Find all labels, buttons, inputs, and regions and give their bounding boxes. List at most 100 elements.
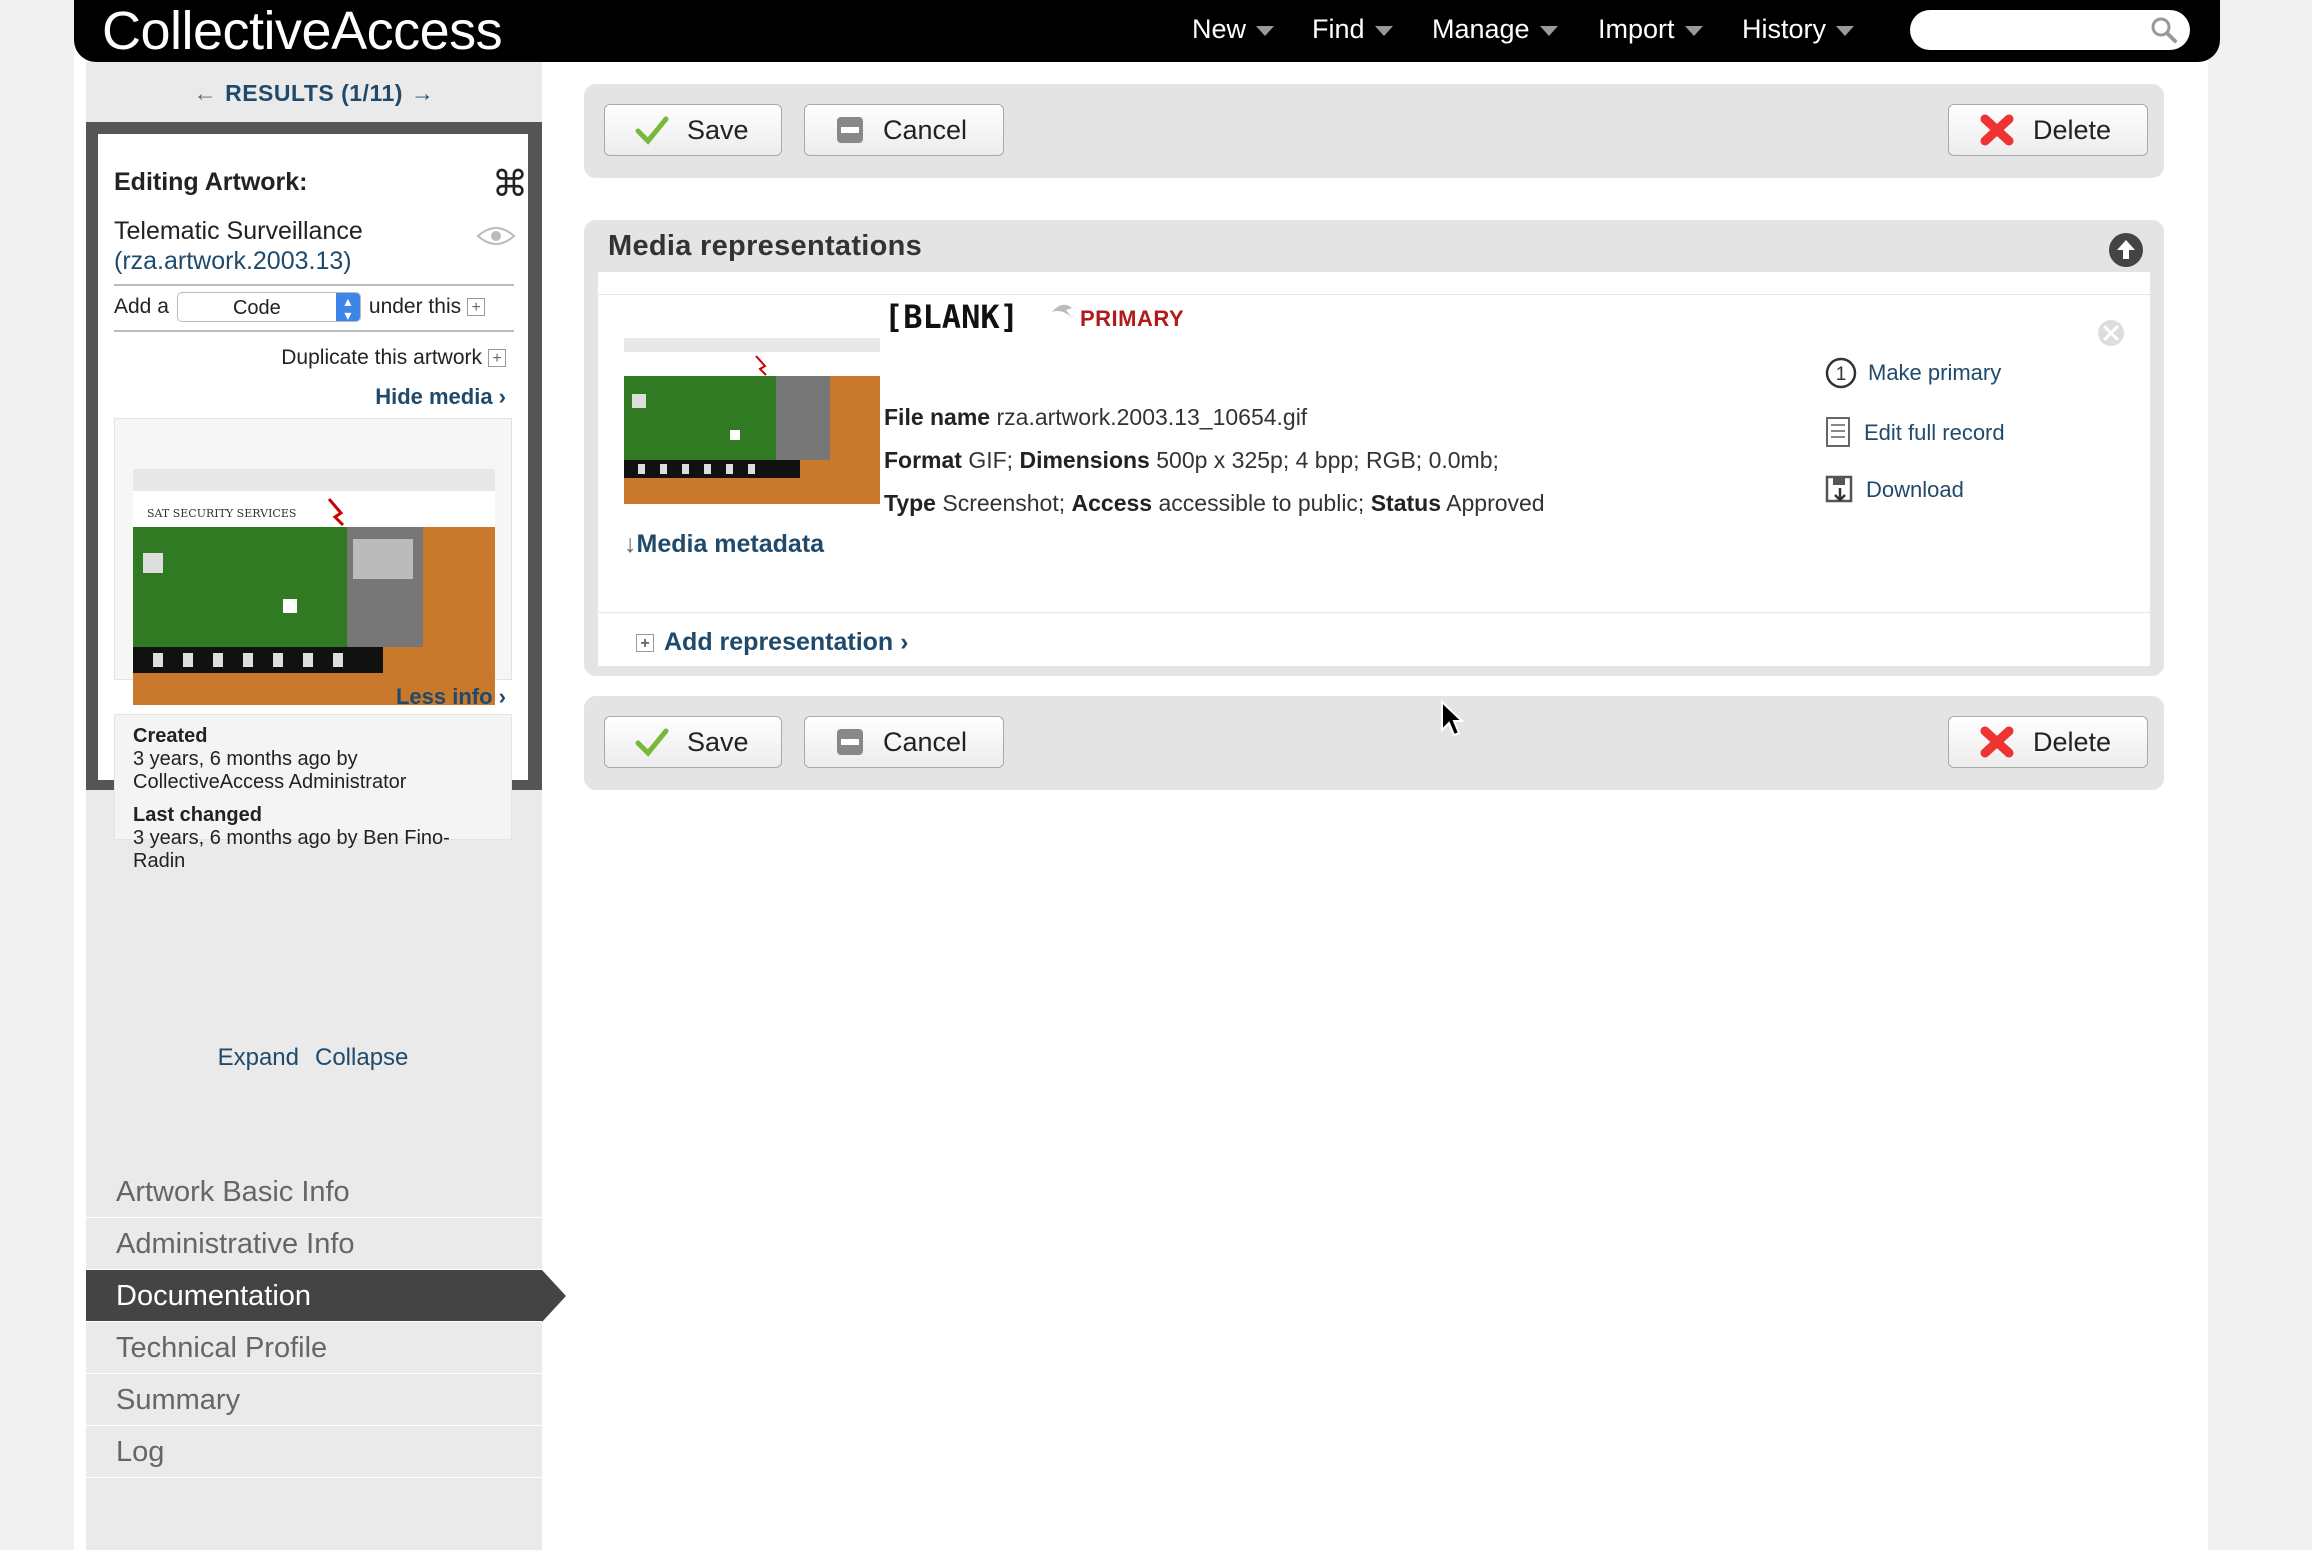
make-primary-link[interactable]: 1 Make primary [1824, 356, 2001, 390]
next-result-arrow[interactable]: → [403, 80, 443, 106]
artwork-thumbnail[interactable]: SAT SECURITY SERVICES [133, 469, 495, 705]
divider [598, 612, 2150, 613]
collapse-arrow-icon[interactable] [2108, 232, 2144, 268]
representation-thumbnail[interactable] [624, 338, 880, 504]
close-icon[interactable] [2096, 318, 2126, 348]
nav-find-menu[interactable]: Find [1312, 14, 1393, 45]
download-link[interactable]: Download [1824, 474, 1964, 506]
edit-full-record-label: Edit full record [1864, 420, 2005, 445]
expand-collapse-row: Expand Collapse [98, 1044, 528, 1072]
cancel-icon [837, 117, 863, 143]
less-info-link[interactable]: Less info › [396, 684, 506, 710]
edit-full-record-link[interactable]: Edit full record [1824, 416, 2005, 450]
previous-result-arrow[interactable]: ← [186, 80, 226, 106]
chevron-down-icon [1836, 25, 1855, 36]
inspector-panel: Editing Artwork: ⌘ Telematic Surveillanc… [86, 122, 542, 872]
sidenav-item-administrative-info[interactable]: Administrative Info [86, 1218, 542, 1270]
inspector-heading: Editing Artwork: [114, 168, 308, 196]
make-primary-label: Make primary [1868, 360, 2002, 385]
nav-new-menu[interactable]: New [1192, 14, 1275, 45]
media-preview-frame: SAT SECURITY SERVICES [114, 418, 512, 705]
divider [114, 330, 514, 332]
format-value: GIF; [968, 447, 1014, 473]
record-history-box: Created 3 years, 6 months ago by Collect… [114, 714, 512, 872]
sidenav-item-documentation[interactable]: Documentation [86, 1270, 566, 1322]
sidenav-item-technical-profile[interactable]: Technical Profile [86, 1322, 542, 1374]
cancel-button[interactable]: Cancel [804, 104, 1004, 156]
command-icon[interactable]: ⌘ [492, 166, 528, 202]
delete-button[interactable]: Delete [1948, 104, 2148, 156]
last-changed-label: Last changed [133, 804, 262, 826]
primary-badge: PRIMARY [1080, 306, 1185, 331]
dimensions-label: Dimensions [1019, 447, 1150, 473]
collapse-link[interactable]: Collapse [307, 1044, 416, 1071]
divider [598, 294, 2150, 295]
add-suffix-label: under this [368, 295, 462, 318]
section-navigation: Artwork Basic Info Administrative Info D… [86, 1166, 566, 1478]
media-metadata-link[interactable]: ↓Media metadata [624, 530, 824, 559]
hide-media-link[interactable]: Hide media › [375, 384, 506, 410]
dimensions-value: 500p x 325p; 4 bpp; RGB; 0.0mb; [1156, 447, 1499, 473]
sidenav-item-summary[interactable]: Summary [86, 1374, 542, 1426]
object-identifier: (rza.artwork.2003.13) [114, 247, 352, 275]
type-label: Type [884, 490, 936, 516]
save-button[interactable]: Save [604, 716, 782, 768]
delete-button[interactable]: Delete [1948, 716, 2148, 768]
add-child-plus-icon[interactable]: + [467, 298, 486, 316]
duplicate-plus-icon[interactable]: + [488, 349, 506, 367]
top-action-toolbar: Save Cancel Delete [584, 84, 2164, 178]
save-label: Save [687, 726, 749, 757]
nav-find-label: Find [1312, 14, 1365, 44]
save-button[interactable]: Save [604, 104, 782, 156]
inspector-content: Editing Artwork: ⌘ Telematic Surveillanc… [98, 134, 528, 872]
type-access-status-line: Type Screenshot; Access accessible to pu… [884, 490, 1545, 517]
primary-curl-icon [1052, 304, 1072, 318]
inspector-lower-region [98, 860, 528, 1050]
add-child-row: Add a Code ▴ ▾ under this + [114, 292, 486, 322]
add-representation-label: Add representation › [664, 628, 909, 656]
media-representations-panel: Media representations [BLANK] PRIMARY Fi… [584, 220, 2164, 676]
sidenav-item-log[interactable]: Log [86, 1426, 542, 1478]
delete-label: Delete [2033, 114, 2112, 145]
duplicate-row: Duplicate this artwork + [281, 346, 506, 370]
search-input[interactable] [1910, 10, 2190, 50]
file-name-value: rza.artwork.2003.13_10654.gif [996, 404, 1308, 430]
delete-label: Delete [2033, 726, 2112, 757]
app-logo[interactable]: CollectiveAccess [102, 4, 503, 58]
cancel-button[interactable]: Cancel [804, 716, 1004, 768]
chevron-down-icon [1539, 25, 1558, 36]
save-label: Save [687, 114, 749, 145]
eye-icon[interactable] [476, 224, 516, 248]
representation-title: [BLANK] [884, 298, 1019, 336]
status-value: Approved [1446, 490, 1545, 516]
nav-new-label: New [1192, 14, 1247, 44]
bottom-action-toolbar: Save Cancel Delete [584, 696, 2164, 790]
search-icon[interactable] [2150, 16, 2178, 44]
sidenav-item-artwork-basic-info[interactable]: Artwork Basic Info [86, 1166, 542, 1218]
download-icon [1825, 475, 1853, 503]
nav-import-menu[interactable]: Import [1598, 14, 1703, 45]
nav-history-menu[interactable]: History [1742, 14, 1855, 45]
add-type-select[interactable]: Code ▴ ▾ [176, 292, 361, 322]
add-representation-link[interactable]: + Add representation › [636, 628, 908, 657]
mouse-cursor-icon [1441, 700, 1464, 737]
results-link[interactable]: RESULTS (1/11) [225, 80, 403, 106]
svg-text:1: 1 [1836, 364, 1847, 385]
expand-link[interactable]: Expand [210, 1044, 307, 1071]
svg-text:SAT SECURITY SERVICES: SAT SECURITY SERVICES [147, 507, 296, 520]
created-value: 3 years, 6 months ago by CollectiveAcces… [133, 748, 407, 793]
format-line: Format GIF; Dimensions 500p x 325p; 4 bp… [884, 447, 1499, 474]
chevron-down-icon [1684, 25, 1703, 36]
nav-import-label: Import [1598, 14, 1675, 44]
access-value: accessible to public; [1158, 490, 1365, 516]
nav-manage-label: Manage [1432, 14, 1530, 44]
cancel-label: Cancel [883, 726, 968, 757]
results-navigator: ← RESULTS (1/11) → [86, 80, 542, 107]
select-arrows-icon: ▴ ▾ [335, 293, 360, 322]
add-type-value: Code [232, 297, 281, 319]
nav-manage-menu[interactable]: Manage [1432, 14, 1558, 45]
add-prefix-label: Add a [114, 295, 169, 318]
panel-title: Media representations [608, 230, 923, 262]
created-label: Created [133, 725, 208, 747]
top-navigation-bar: CollectiveAccess New Find Manage Import … [74, 0, 2220, 62]
